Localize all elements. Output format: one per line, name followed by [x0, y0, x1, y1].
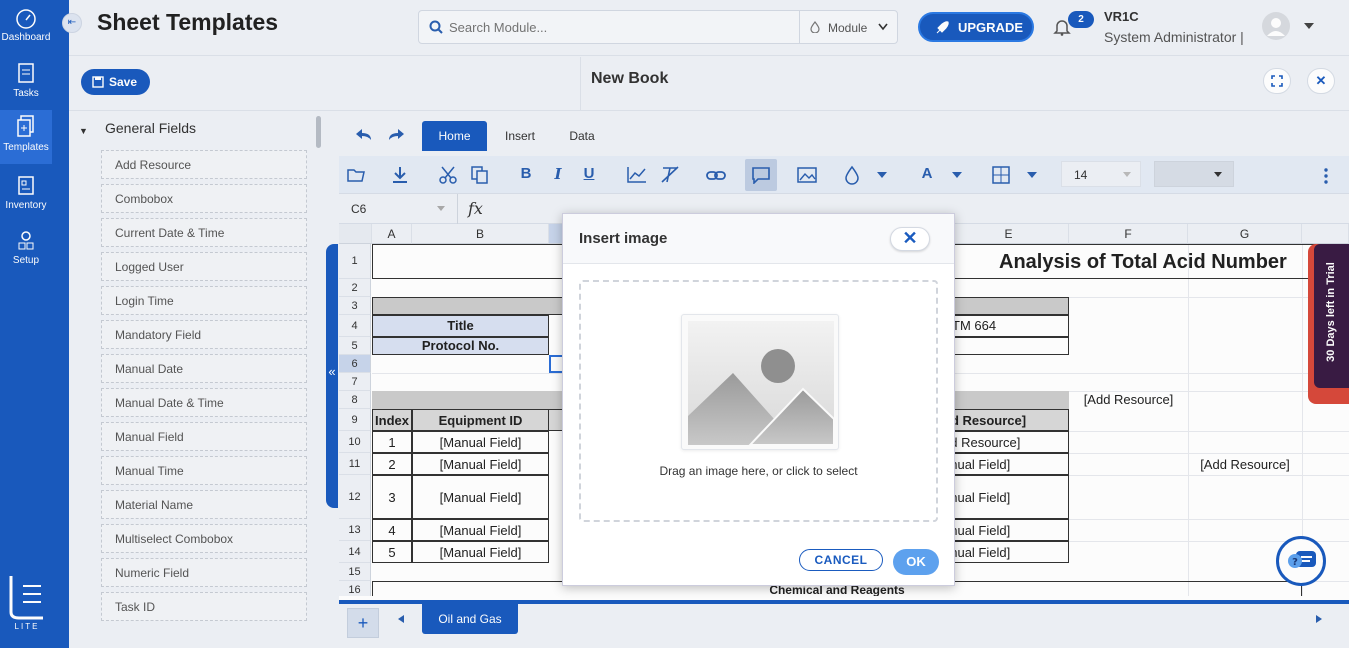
image-dropzone[interactable]: Drag an image here, or click to select	[579, 280, 938, 522]
ok-button[interactable]: OK	[893, 549, 939, 575]
image-placeholder-icon	[688, 321, 834, 445]
insert-image-dialog: Insert image ✕ Drag an image here, or cl…	[562, 213, 955, 586]
dialog-header: Insert image ✕	[563, 214, 954, 264]
dropzone-text: Drag an image here, or click to select	[659, 464, 858, 478]
image-placeholder	[681, 314, 839, 450]
cancel-button[interactable]: CANCEL	[799, 549, 883, 571]
dialog-title: Insert image	[579, 230, 668, 247]
dialog-close-button[interactable]: ✕	[890, 227, 930, 251]
close-icon: ✕	[902, 228, 918, 248]
